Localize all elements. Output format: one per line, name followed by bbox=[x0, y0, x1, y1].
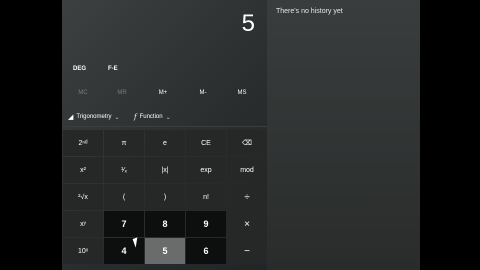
euler-key[interactable]: e bbox=[145, 130, 185, 156]
memory-clear-button[interactable]: MC bbox=[64, 90, 102, 96]
second-function-key[interactable]: 2ⁿᵈ bbox=[63, 130, 103, 156]
open-paren-key[interactable]: ( bbox=[104, 184, 144, 210]
trigonometry-menu[interactable]: ◢ Trigonometry ⌄ bbox=[68, 113, 120, 121]
exp-key[interactable]: exp bbox=[186, 157, 226, 183]
fe-toggle-button[interactable]: F-E bbox=[108, 66, 118, 72]
absolute-key[interactable]: |x| bbox=[145, 157, 185, 183]
chevron-down-icon: ⌄ bbox=[165, 114, 171, 121]
display-value: 5 bbox=[241, 10, 255, 37]
backspace-key[interactable]: ⌫ bbox=[227, 130, 267, 156]
multiply-key[interactable]: × bbox=[227, 211, 267, 237]
memory-row: MC MR M+ M- MS bbox=[62, 90, 267, 104]
digit-6-key[interactable]: 6 bbox=[186, 238, 226, 264]
deg-toggle-button[interactable]: DEG bbox=[73, 66, 86, 72]
reciprocal-key[interactable]: ¹⁄ₓ bbox=[104, 157, 144, 183]
history-panel: There's no history yet bbox=[267, 0, 420, 270]
square-key[interactable]: x² bbox=[63, 157, 103, 183]
memory-subtract-button[interactable]: M- bbox=[184, 90, 222, 96]
close-paren-key[interactable]: ) bbox=[145, 184, 185, 210]
function-menu[interactable]: f Function ⌄ bbox=[134, 113, 171, 121]
ten-power-key[interactable]: 10ˣ bbox=[63, 238, 103, 264]
factorial-key[interactable]: n! bbox=[186, 184, 226, 210]
function-label: Function bbox=[139, 114, 163, 120]
memory-recall-button[interactable]: MR bbox=[103, 90, 141, 96]
power-key[interactable]: xʸ bbox=[63, 211, 103, 237]
clear-entry-key[interactable]: CE bbox=[186, 130, 226, 156]
triangle-icon: ◢ bbox=[68, 114, 74, 121]
function-menu-row: ◢ Trigonometry ⌄ f Function ⌄ bbox=[62, 112, 267, 127]
left-black-bar bbox=[0, 0, 62, 270]
digit-7-key[interactable]: 7 bbox=[104, 211, 144, 237]
digit-9-key[interactable]: 9 bbox=[186, 211, 226, 237]
calculator-window: 5 There's no history yet DEG F-E MC MR M… bbox=[62, 0, 420, 270]
digit-8-key[interactable]: 8 bbox=[145, 211, 185, 237]
divide-key[interactable]: ÷ bbox=[227, 184, 267, 210]
right-black-bar bbox=[420, 0, 480, 270]
memory-store-button[interactable]: MS bbox=[223, 90, 261, 96]
chevron-down-icon: ⌄ bbox=[114, 114, 120, 121]
trigonometry-label: Trigonometry bbox=[76, 114, 112, 120]
mod-key[interactable]: mod bbox=[227, 157, 267, 183]
digit-5-key[interactable]: 5 bbox=[145, 238, 185, 264]
display-area: 5 bbox=[62, 0, 267, 60]
square-root-key[interactable]: ²√x bbox=[63, 184, 103, 210]
history-empty-text: There's no history yet bbox=[276, 8, 343, 15]
mode-row: DEG F-E bbox=[62, 66, 267, 80]
memory-add-button[interactable]: M+ bbox=[144, 90, 182, 96]
subtract-key[interactable]: − bbox=[227, 238, 267, 264]
pi-key[interactable]: π bbox=[104, 130, 144, 156]
function-icon: f bbox=[134, 113, 137, 121]
